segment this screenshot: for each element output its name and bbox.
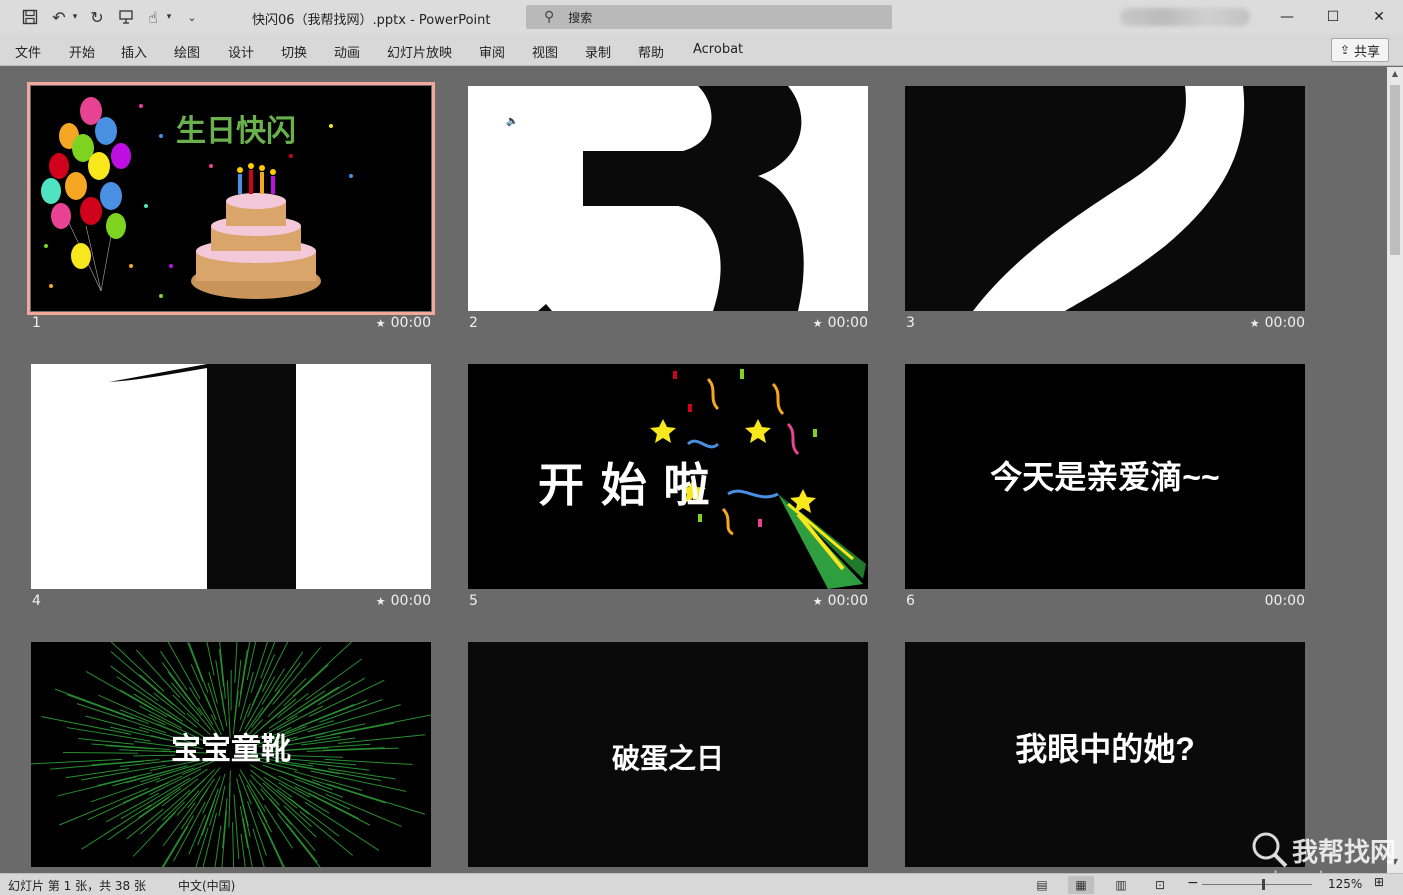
animation-star-icon: ★: [1249, 317, 1260, 330]
slide-count: 幻灯片 第 1 张，共 38 张: [8, 879, 146, 893]
undo-icon[interactable]: ↶: [48, 5, 70, 29]
animation-star-icon: ★: [375, 317, 386, 330]
slide-timing-1: ★ 00:00: [375, 315, 431, 331]
slide-thumbnail-1[interactable]: 生日快闪: [27, 82, 435, 315]
slide-timing-4: ★ 00:00: [375, 593, 431, 609]
share-label: 共享: [1354, 44, 1381, 60]
slide-7-title: 宝宝童靴: [171, 733, 291, 766]
share-button[interactable]: ⇪ 共享: [1331, 38, 1389, 62]
touch-dropdown-icon[interactable]: ▾: [164, 5, 174, 29]
slide-number-1: 1: [32, 315, 41, 331]
tab-file[interactable]: 文件: [15, 42, 41, 61]
vertical-scrollbar[interactable]: ▲ ▼: [1387, 67, 1403, 873]
zoom-slider[interactable]: [1202, 884, 1312, 885]
maximize-icon[interactable]: ☐: [1310, 0, 1356, 34]
tab-animations[interactable]: 动画: [334, 42, 360, 61]
tab-view[interactable]: 视图: [532, 42, 558, 61]
zoom-slider-thumb[interactable]: [1262, 879, 1265, 890]
tab-acrobat[interactable]: Acrobat: [693, 42, 743, 57]
slide-thumbnail-3[interactable]: [905, 86, 1305, 311]
slide-6-title: 今天是亲爱滴~~: [990, 459, 1220, 495]
slide-timing-2: ★ 00:00: [812, 315, 868, 331]
slide-thumbnail-7[interactable]: 宝宝童靴: [31, 642, 431, 867]
number-1-artwork: [31, 364, 431, 589]
animation-star-icon: ★: [812, 595, 823, 608]
share-icon: ⇪: [1339, 43, 1351, 57]
birthday-artwork: 生日快闪: [31, 86, 431, 311]
minimize-icon[interactable]: —: [1264, 0, 1310, 34]
magnifier-icon: [1252, 832, 1288, 868]
ribbon-tabs: 文件 开始 插入 绘图 设计 切换 动画 幻灯片放映 审阅 视图 录制 帮助 A…: [0, 34, 1403, 66]
slide-thumbnail-6[interactable]: 今天是亲爱滴~~: [905, 364, 1305, 589]
slide-thumbnail-4[interactable]: [31, 364, 431, 589]
customize-qat-icon[interactable]: ⌄: [184, 5, 200, 29]
tab-transitions[interactable]: 切换: [281, 42, 307, 61]
slide-8-title: 破蛋之日: [611, 743, 724, 774]
status-bar: 幻灯片 第 1 张，共 38 张 中文(中国) ▤ ▦ ▥ ⊡ − 125% ⊞: [0, 873, 1403, 895]
slide-1-title: 生日快闪: [176, 115, 296, 148]
scrollbar-thumb[interactable]: [1390, 85, 1400, 255]
slide-thumbnail-2[interactable]: 🔈: [468, 86, 868, 311]
zoom-out-icon[interactable]: −: [1187, 875, 1199, 891]
zoom-level[interactable]: 125%: [1328, 877, 1362, 891]
search-input[interactable]: ⚲ 搜索: [526, 5, 892, 29]
title-bar: ↶ ▾ ↻ ☝ ▾ ⌄ 快闪06（我帮找网）.pptx - PowerPoint…: [0, 0, 1403, 34]
slide-9-title: 我眼中的她?: [1015, 731, 1195, 767]
slide-number-4: 4: [32, 593, 41, 609]
undo-dropdown-icon[interactable]: ▾: [70, 5, 80, 29]
number-2-artwork: [905, 86, 1305, 311]
slide-number-3: 3: [906, 315, 915, 331]
reading-view-icon[interactable]: ▥: [1108, 876, 1134, 894]
save-icon[interactable]: [18, 5, 42, 29]
search-icon: ⚲: [544, 9, 555, 25]
slide-5-title: 开 始 啦: [538, 459, 712, 511]
slide-thumbnail-9[interactable]: 我眼中的她?: [905, 642, 1305, 867]
document-title: 快闪06（我帮找网）.pptx - PowerPoint: [252, 13, 491, 28]
number-3-artwork: 🔈: [468, 86, 868, 311]
watermark-text: 我帮找网: [1292, 838, 1397, 868]
fit-to-window-icon[interactable]: ⊞: [1374, 875, 1384, 889]
slide-thumbnail-5[interactable]: 开 始 啦: [468, 364, 868, 589]
animation-star-icon: ★: [812, 317, 823, 330]
redo-icon[interactable]: ↻: [86, 5, 108, 29]
touch-mode-icon[interactable]: ☝: [142, 5, 164, 29]
normal-view-icon[interactable]: ▤: [1029, 876, 1055, 894]
close-icon[interactable]: ✕: [1356, 0, 1402, 34]
tab-draw[interactable]: 绘图: [174, 42, 200, 61]
tab-insert[interactable]: 插入: [121, 42, 147, 61]
language-indicator[interactable]: 中文(中国): [178, 877, 235, 894]
slide-number-6: 6: [906, 593, 915, 609]
slide-timing-5: ★ 00:00: [812, 593, 868, 609]
scroll-up-icon[interactable]: ▲: [1389, 69, 1401, 83]
search-placeholder: 搜索: [568, 10, 593, 25]
tab-review[interactable]: 审阅: [479, 42, 505, 61]
tab-home[interactable]: 开始: [69, 42, 95, 61]
animation-star-icon: ★: [375, 595, 386, 608]
tab-slideshow[interactable]: 幻灯片放映: [387, 42, 452, 61]
tab-record[interactable]: 录制: [585, 42, 611, 61]
tab-help[interactable]: 帮助: [638, 42, 664, 61]
audio-icon: 🔈: [506, 116, 518, 127]
slide-number-5: 5: [469, 593, 478, 609]
slide-sorter: 生日快闪 1 ★ 00:00 🔈 2 ★ 00:00 3 ★ 00:00 4 ★…: [0, 67, 1387, 873]
slide-thumbnail-8[interactable]: 破蛋之日: [468, 642, 868, 867]
slide-timing-3: ★ 00:00: [1249, 315, 1305, 331]
present-from-start-icon[interactable]: [114, 5, 138, 29]
slide-timing-6: 00:00: [1264, 593, 1305, 609]
slide-number-2: 2: [469, 315, 478, 331]
slideshow-view-icon[interactable]: ⊡: [1147, 876, 1173, 894]
account-avatar[interactable]: [1120, 8, 1250, 26]
tab-design[interactable]: 设计: [228, 42, 254, 61]
slide-sorter-view-icon[interactable]: ▦: [1068, 876, 1094, 894]
